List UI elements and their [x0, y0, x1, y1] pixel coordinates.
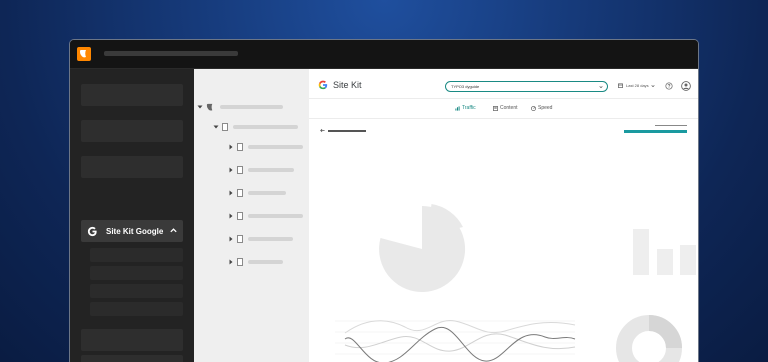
page-icon	[237, 166, 243, 174]
page-icon	[222, 123, 228, 131]
pie-chart-placeholder	[379, 204, 466, 292]
tree-label-placeholder	[248, 168, 294, 172]
typo3-logo-icon[interactable]	[77, 47, 91, 61]
tree-row[interactable]	[228, 257, 283, 267]
tree-label-placeholder	[248, 260, 283, 264]
top-bar	[70, 40, 698, 69]
tree-row[interactable]	[228, 234, 293, 244]
module-menu: Site Kit Google	[70, 69, 194, 362]
module-submenu-item[interactable]	[90, 284, 183, 298]
bar-chart-placeholder	[633, 229, 696, 275]
module-submenu-item[interactable]	[90, 266, 183, 280]
donut-segment	[648, 315, 682, 349]
module-menu-item-sitekit[interactable]: Site Kit Google	[81, 220, 183, 242]
tree-label-placeholder	[248, 214, 303, 218]
bar	[657, 249, 673, 275]
tree-row[interactable]	[228, 142, 303, 152]
cms-window: Site Kit Google Site Kit TYPO3 dyguide L…	[69, 39, 699, 362]
page-tree	[194, 69, 309, 362]
caret-right-icon[interactable]	[228, 190, 234, 196]
module-menu-item[interactable]	[81, 355, 183, 362]
topbar-search-placeholder[interactable]	[104, 51, 238, 56]
dashboard-charts	[335, 204, 696, 362]
tree-row-root[interactable]	[197, 102, 283, 112]
tree-row[interactable]	[213, 122, 298, 132]
tree-row[interactable]	[228, 165, 294, 175]
module-menu-item[interactable]	[81, 84, 183, 106]
tree-row[interactable]	[228, 188, 286, 198]
caret-right-icon[interactable]	[228, 167, 234, 173]
series-line	[344, 320, 576, 334]
module-submenu-item[interactable]	[90, 248, 183, 262]
module-menu-item[interactable]	[81, 329, 183, 351]
tree-label-placeholder	[248, 191, 286, 195]
typo3-root-icon	[206, 103, 213, 111]
line-chart-placeholder	[335, 320, 576, 362]
module-menu-item[interactable]	[81, 120, 183, 142]
series-line	[344, 333, 576, 352]
page-icon	[237, 143, 243, 151]
page-icon	[237, 189, 243, 197]
page-icon	[237, 235, 243, 243]
sitekit-dashboard: Site Kit TYPO3 dyguide Last 28 days Traf…	[309, 69, 698, 362]
page-icon	[237, 212, 243, 220]
tree-row[interactable]	[228, 211, 303, 221]
module-menu-item[interactable]	[81, 156, 183, 178]
caret-right-icon[interactable]	[228, 213, 234, 219]
page-icon	[237, 258, 243, 266]
tree-label-placeholder	[248, 237, 293, 241]
caret-right-icon[interactable]	[228, 144, 234, 150]
bar	[633, 229, 649, 275]
sitekit-menu-label: Site Kit Google	[106, 226, 164, 236]
bar	[680, 245, 696, 275]
tree-label-placeholder	[220, 105, 283, 109]
tree-label-placeholder	[248, 145, 303, 149]
module-submenu-item[interactable]	[90, 302, 183, 316]
series-line-highlight	[344, 326, 576, 362]
caret-right-icon[interactable]	[228, 236, 234, 242]
donut-chart-placeholder	[616, 315, 682, 362]
caret-right-icon[interactable]	[228, 259, 234, 265]
caret-down-icon[interactable]	[213, 124, 219, 130]
tree-label-placeholder	[233, 125, 298, 129]
chevron-up-icon[interactable]	[169, 226, 178, 235]
google-g-icon	[87, 226, 97, 236]
caret-down-icon[interactable]	[197, 104, 203, 110]
